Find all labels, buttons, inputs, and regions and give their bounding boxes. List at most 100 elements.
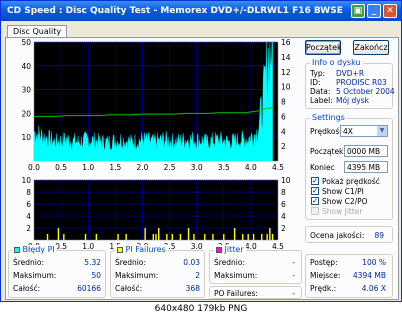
pi-failures-bar (212, 234, 214, 240)
pi-failures-title: PI Failures (115, 245, 168, 254)
pi-errors-title-text: Błędy PI (22, 245, 55, 254)
disc-id-value: PRODISC R03 (336, 78, 387, 87)
pi-avg-label: Średnio: (13, 258, 45, 267)
settings-group: Settings Prędkość 4X ▼ Początek 0000 MB … (305, 113, 393, 220)
jitter-title: Jitter (214, 245, 246, 254)
pi-failures-bar (84, 234, 87, 240)
quality-group: Ocena jakości: 89 (305, 226, 393, 243)
pi-failures-bar (266, 234, 268, 240)
chart-1-ytick-left-label: 30 (21, 86, 31, 95)
pi-max-label: Maksimum: (13, 271, 57, 280)
pi-errors-title: Błędy PI (12, 245, 57, 254)
chart-1-ytick-right-label: 2 (281, 142, 286, 151)
chart-1-xtick-label: 1.5 (109, 163, 121, 172)
pi-max-value: 50 (91, 271, 101, 280)
chart-1-ytick-left-label: 50 (21, 38, 31, 47)
start-field[interactable]: 0000 MB (344, 145, 388, 157)
pi-failures-bar (125, 234, 127, 240)
progress-value: 100 % (362, 258, 386, 267)
chart-1-xtick-label: 2.5 (164, 163, 176, 172)
pi-failures-bar (166, 234, 168, 240)
po-failures-group: PO Failures: - (209, 286, 302, 299)
pi-failures-bar (46, 234, 49, 240)
chart-2-ytick-right-label: 6 (281, 200, 286, 209)
disc-info-title: Info o dysku (310, 58, 363, 67)
jitter-group: Jitter Średnio: - Maksimum: - (209, 245, 302, 284)
minimize-button[interactable]: _ (367, 4, 381, 18)
po-failures-label: PO Failures: (214, 289, 258, 298)
chart-2-ytick-left-label: 6 (26, 200, 31, 209)
pi-failures-group: PI Failures Średnio: 0.03 Maksimum: 2 Ca… (110, 245, 205, 298)
chart-1-xtick-label: 4.0 (245, 163, 257, 172)
chart-1-xtick-label: 1.0 (82, 163, 94, 172)
pi-failures-bar (193, 234, 195, 240)
show-jitter-checkbox (311, 207, 319, 215)
end-field[interactable]: 4395 MB (344, 161, 388, 173)
chart-1-xtick-label: 0.0 (28, 163, 40, 172)
pi-failures-bar (233, 228, 236, 240)
pi-failures-bar (242, 234, 244, 240)
chart-1-xtick-label: 4.5 (272, 163, 284, 172)
pi-failures-bar (144, 228, 146, 240)
disc-label-label: Label: (310, 96, 333, 105)
jitter-max-value: - (292, 271, 295, 280)
position-value: 4394 MB (352, 271, 386, 280)
pi-failures-bar (223, 234, 225, 240)
pi-failures-bar (179, 234, 182, 240)
window-title: CD Speed : Disc Quality Test - Memorex D… (7, 6, 343, 16)
pi-failures-bar (271, 234, 274, 240)
quality-label: Ocena jakości: (310, 231, 365, 240)
chevron-down-icon[interactable]: ▼ (377, 126, 387, 136)
show-speed-checkbox[interactable]: ✓ (311, 177, 319, 185)
disc-date-label: Data: (310, 87, 331, 96)
pif-max-value: 2 (195, 271, 200, 280)
progress-group: Postęp: 100 % Miejsce: 4394 MB Prędk.: 4… (305, 254, 393, 298)
jitter-avg-value: - (292, 258, 295, 267)
pif-max-label: Maksimum: (115, 271, 159, 280)
chart-1-ytick-right-label: 14 (281, 53, 291, 62)
app-window: CD Speed : Disc Quality Test - Memorex D… (0, 0, 402, 302)
quality-value: 89 (374, 231, 384, 240)
pi-failures-color (117, 247, 123, 253)
pi-failures-bar (252, 234, 255, 240)
chart-2-ytick-left-label: 8 (26, 188, 31, 197)
title-bar[interactable]: CD Speed : Disc Quality Test - Memorex D… (1, 1, 401, 21)
pi-failures-title-text: PI Failures (125, 245, 166, 254)
pi-failures-bar (152, 234, 154, 240)
chart-2-ytick-right-label: 8 (281, 188, 286, 197)
show-speed-label: Pokaż prędkość (322, 177, 380, 186)
jitter-avg-label: Średnio: (214, 258, 246, 267)
pif-total-label: Całość: (115, 284, 143, 293)
chart-2-ytick-left-label: 4 (26, 212, 31, 221)
start-button[interactable]: Początek (305, 40, 342, 55)
finish-button[interactable]: Zakończ (353, 40, 389, 55)
chart-1-ytick-right-label: 6 (281, 112, 286, 121)
settings-title: Settings (310, 113, 347, 122)
pi-errors-group: Błędy PI Średnio: 5.32 Maksimum: 50 Cało… (8, 245, 106, 298)
close-button[interactable]: ✕ (383, 4, 397, 18)
chart-2-plot-area (33, 179, 279, 241)
show-c1pi-label: Show C1/PI (322, 187, 364, 196)
chart-2-ytick-right-label: 4 (281, 212, 286, 221)
pi-failures-bar (117, 234, 119, 240)
pi-failures-bar (63, 234, 65, 240)
pi-failures-bar (57, 228, 60, 240)
pi-total-value: 60166 (77, 284, 101, 293)
show-c2po-checkbox[interactable]: ✓ (311, 197, 319, 205)
screenshot-icon[interactable]: ▣ (351, 4, 365, 18)
chart-1-ytick-right-label: 4 (281, 127, 286, 136)
pi-failures-bar (95, 234, 98, 240)
chart-1-ytick-left-label: 10 (21, 133, 31, 142)
chart-2-ytick-left-label: 2 (26, 224, 31, 233)
chart-1-ytick-right-label: 16 (281, 38, 291, 47)
speed-select[interactable]: 4X ▼ (340, 125, 388, 137)
tab-panel: 0.0 0.5 1.0 1.5 2.0 2.5 3.0 3.5 4.0 4.5 50 40 30 20 10… (5, 37, 399, 300)
start-label: Początek (310, 147, 344, 156)
pif-total-value: 368 (185, 284, 200, 293)
disc-id-label: ID: (310, 78, 321, 87)
chart-1-ytick-left-label: 40 (21, 62, 31, 71)
chart-1-xtick-label: 3.5 (218, 163, 230, 172)
pi-failures-bar (204, 234, 206, 240)
chart-1-ytick-right-label: 8 (281, 98, 286, 107)
show-c1pi-checkbox[interactable]: ✓ (311, 187, 319, 195)
